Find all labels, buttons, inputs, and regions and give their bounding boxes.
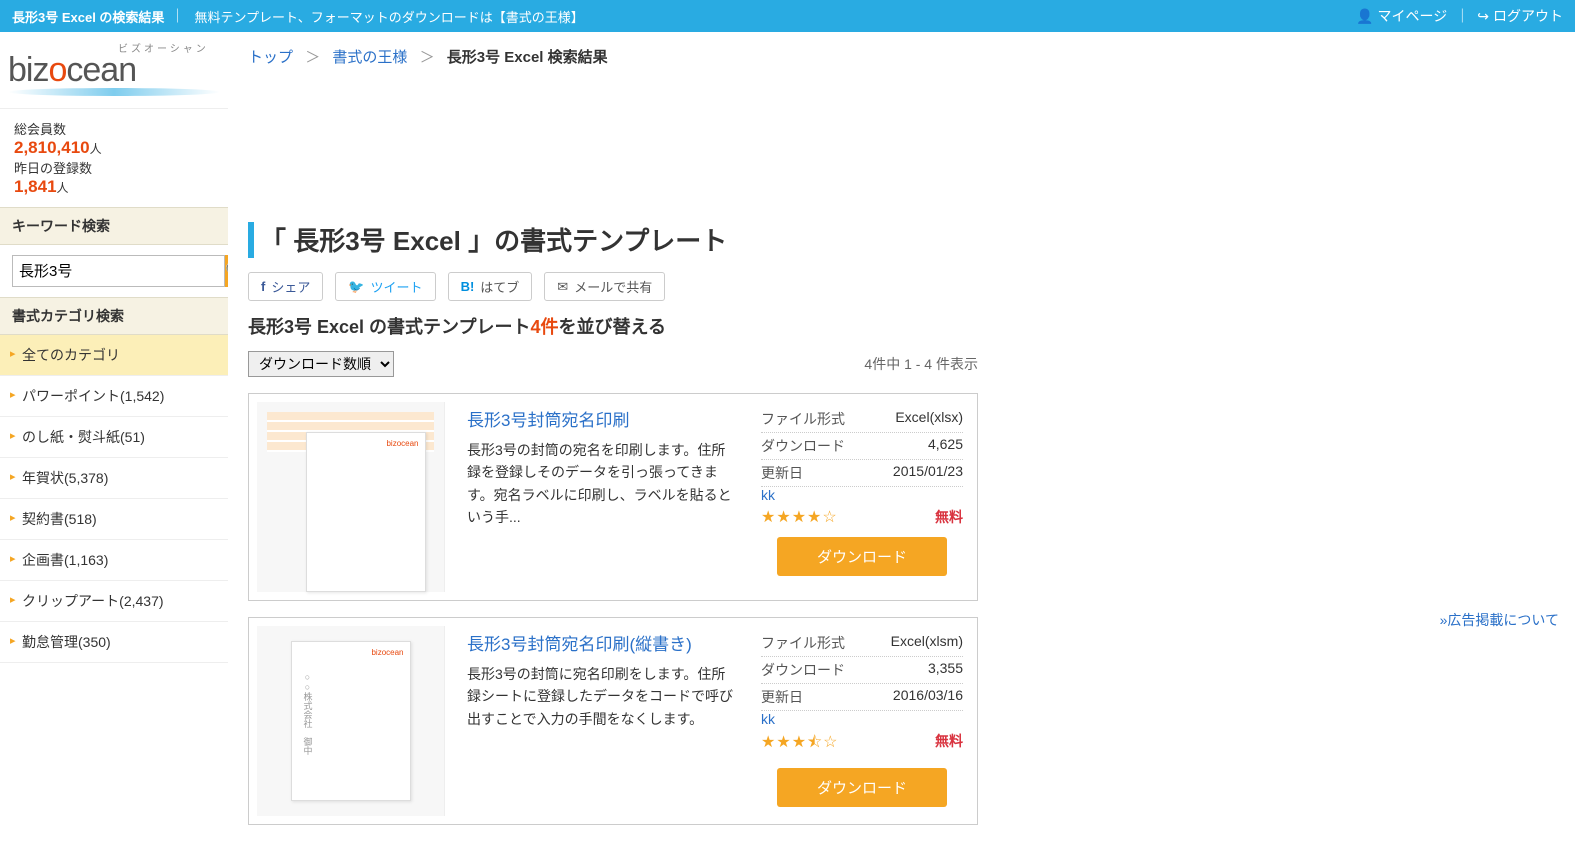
breadcrumb-sep: ＞: [420, 49, 435, 66]
meta-date-key: 更新日: [761, 463, 803, 483]
result-meta: ファイル形式 Excel(xlsm) ダウンロード 3,355 更新日 2016/03…: [747, 618, 977, 824]
sidebar-item-powerpoint[interactable]: パワーポイント(1,542): [0, 376, 228, 416]
facebook-icon: f: [261, 279, 265, 294]
result-title-link[interactable]: 長形3号封筒宛名印刷: [467, 411, 629, 430]
meta-format-value: Excel(xlsm): [891, 633, 963, 653]
result-author-link[interactable]: kk: [761, 711, 775, 727]
result-description: 長形3号の封筒の宛名を印刷します。住所録を登録しそのデータを引っ張ってきます。宛…: [467, 439, 733, 529]
result-card: bizocean 長形3号封筒宛名印刷 長形3号の封筒の宛名を印刷します。住所録…: [248, 393, 978, 601]
sidebar-item-kikaku[interactable]: 企画書(1,163): [0, 540, 228, 580]
meta-dl-value: 4,625: [928, 436, 963, 456]
meta-dl-key: ダウンロード: [761, 436, 845, 456]
members-unit: 人: [90, 142, 102, 156]
sidebar-item-clipart[interactable]: クリップアート(2,437): [0, 581, 228, 621]
sidebar: ビズオーシャン bizocean 総会員数 2,810,410人 昨日の登録数 …: [0, 32, 228, 841]
meta-date-key: 更新日: [761, 687, 803, 707]
ad-info-link[interactable]: »広告掲載について: [1014, 610, 1559, 630]
yesterday-value: 1,841: [14, 177, 57, 196]
result-description: 長形3号の封筒に宛名印刷をします。住所録シートに登録したデータをコードで呼び出す…: [467, 663, 733, 730]
logout-label: ログアウト: [1493, 6, 1563, 26]
sidebar-item-all[interactable]: 全てのカテゴリ: [0, 335, 228, 375]
members-label: 総会員数: [14, 119, 214, 138]
download-button[interactable]: ダウンロード: [777, 768, 947, 807]
result-card: bizocean ○○株式会社 御中 長形3号封筒宛名印刷(縦書き) 長形3号の…: [248, 617, 978, 825]
share-twitter-button[interactable]: 🐦 ツイート: [335, 272, 435, 301]
result-title-link[interactable]: 長形3号封筒宛名印刷(縦書き): [467, 635, 692, 654]
user-icon: 👤: [1356, 8, 1373, 25]
title-accent-bar: [248, 222, 254, 258]
topbar-title: 長形3号 Excel の検索結果: [12, 7, 164, 26]
sidebar-item-noshi[interactable]: のし紙・熨斗紙(51): [0, 417, 228, 457]
right-ad-column: »広告掲載について: [998, 32, 1575, 841]
topbar: 長形3号 Excel の検索結果 ｜ 無料テンプレート、フォーマットのダウンロー…: [0, 0, 1575, 32]
logo-wave: [8, 88, 220, 96]
breadcrumb-current: 長形3号 Excel 検索結果: [447, 49, 608, 66]
result-thumbnail[interactable]: bizocean: [257, 402, 445, 592]
sort-select[interactable]: ダウンロード数順: [248, 351, 394, 377]
meta-format-key: ファイル形式: [761, 409, 845, 429]
logo[interactable]: ビズオーシャン bizocean: [0, 32, 228, 109]
stats-box: 総会員数 2,810,410人 昨日の登録数 1,841人: [0, 109, 228, 207]
breadcrumb-king[interactable]: 書式の王様: [332, 49, 407, 66]
meta-format-value: Excel(xlsx): [895, 409, 963, 429]
result-price: 無料: [935, 507, 963, 527]
keyword-search-heading: キーワード検索: [0, 207, 228, 245]
thumb-document: bizocean ○○株式会社 御中: [291, 641, 411, 801]
download-button[interactable]: ダウンロード: [777, 537, 947, 576]
result-price: 無料: [935, 731, 963, 751]
topbar-separator: ｜: [170, 6, 184, 26]
search-input[interactable]: [12, 255, 225, 287]
category-search-heading: 書式カテゴリ検索: [0, 297, 228, 335]
share-row: f シェア 🐦 ツイート B! はてブ ✉ メールで共有: [228, 266, 998, 311]
share-hatena-button[interactable]: B! はてブ: [448, 272, 533, 301]
sidebar-item-kintai[interactable]: 勤怠管理(350): [0, 622, 228, 662]
mail-icon: ✉: [557, 279, 568, 295]
breadcrumb-sep: ＞: [305, 49, 320, 66]
result-count: 4件: [531, 317, 559, 337]
topbar-divider: ｜: [1455, 6, 1469, 26]
result-thumbnail[interactable]: bizocean ○○株式会社 御中: [257, 626, 445, 816]
thumb-logo-icon: bizocean: [371, 648, 403, 657]
result-rating-stars: ★★★★☆: [761, 509, 838, 526]
result-rating-stars: ★★★⯪☆: [761, 734, 839, 751]
members-value: 2,810,410: [14, 138, 90, 157]
meta-dl-value: 3,355: [928, 660, 963, 680]
hatena-icon: B!: [461, 279, 475, 294]
yesterday-label: 昨日の登録数: [14, 158, 214, 177]
meta-date-value: 2015/01/23: [893, 463, 963, 483]
result-author-link[interactable]: kk: [761, 487, 775, 503]
share-facebook-button[interactable]: f シェア: [248, 272, 323, 301]
main-content: トップ ＞ 書式の王様 ＞ 長形3号 Excel 検索結果 「 長形3号 Exc…: [228, 32, 998, 841]
meta-format-key: ファイル形式: [761, 633, 845, 653]
logo-main: bizocean: [8, 55, 220, 86]
twitter-icon: 🐦: [348, 279, 364, 295]
page-title: 「 長形3号 Excel 」の書式テンプレート: [260, 221, 727, 258]
result-range: 4件中 1 - 4 件表示: [864, 354, 978, 374]
logout-link[interactable]: ↪ ログアウト: [1477, 6, 1563, 26]
share-mail-button[interactable]: ✉ メールで共有: [544, 272, 665, 301]
topbar-subtitle: 無料テンプレート、フォーマットのダウンロードは【書式の王様】: [194, 7, 583, 26]
sidebar-item-keiyaku[interactable]: 契約書(518): [0, 499, 228, 539]
meta-date-value: 2016/03/16: [893, 687, 963, 707]
thumb-logo-icon: bizocean: [386, 439, 418, 448]
logout-icon: ↪: [1477, 8, 1489, 25]
mypage-link[interactable]: 👤 マイページ: [1356, 6, 1447, 26]
thumb-document: bizocean: [306, 432, 426, 592]
breadcrumb: トップ ＞ 書式の王様 ＞ 長形3号 Excel 検索結果: [228, 32, 998, 81]
sidebar-item-nengajo[interactable]: 年賀状(5,378): [0, 458, 228, 498]
mypage-label: マイページ: [1378, 6, 1448, 26]
category-list: 全てのカテゴリ パワーポイント(1,542) のし紙・熨斗紙(51) 年賀状(5…: [0, 335, 228, 663]
result-meta: ファイル形式 Excel(xlsx) ダウンロード 4,625 更新日 2015/01…: [747, 394, 977, 600]
meta-dl-key: ダウンロード: [761, 660, 845, 680]
sort-title: 長形3号 Excel の書式テンプレート4件を並び替える: [228, 311, 998, 341]
breadcrumb-top[interactable]: トップ: [248, 49, 293, 66]
yesterday-unit: 人: [57, 181, 69, 195]
